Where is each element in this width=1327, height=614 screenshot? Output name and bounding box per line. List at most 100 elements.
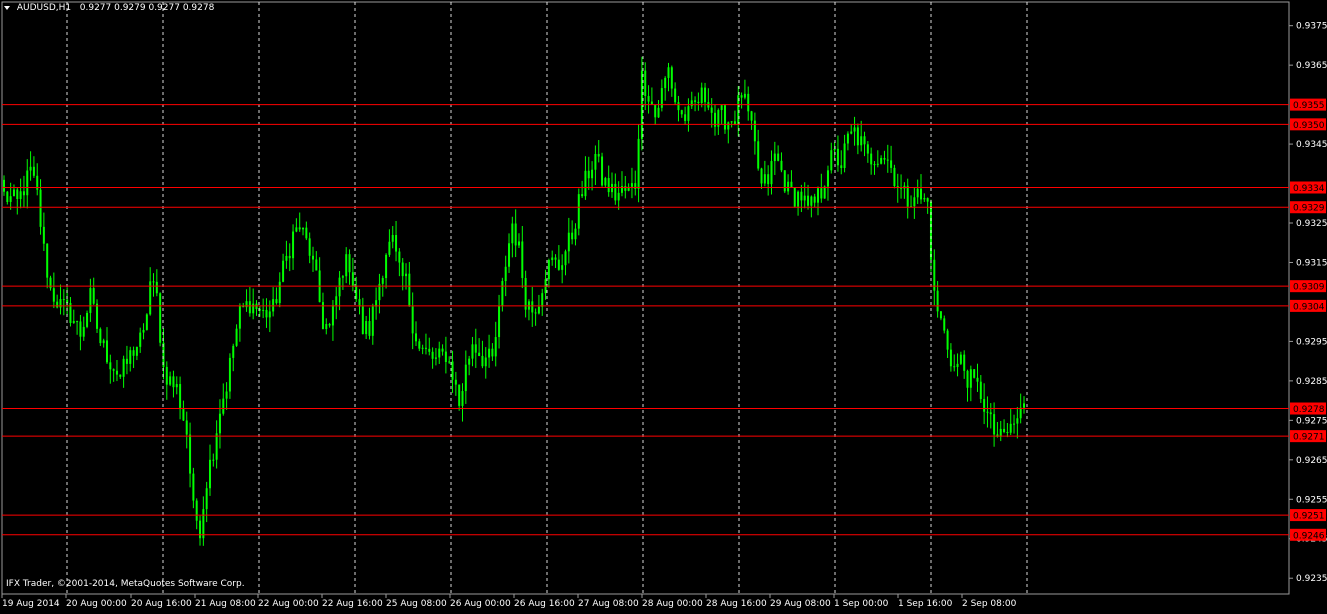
candle	[743, 79, 746, 100]
candle	[46, 243, 49, 289]
candle	[866, 141, 869, 163]
candle	[664, 76, 667, 101]
candle	[228, 353, 231, 399]
candle	[408, 261, 411, 307]
candle	[474, 328, 477, 368]
candle	[119, 374, 122, 379]
price-level[interactable]: 0.9309	[2, 280, 1326, 293]
candle	[983, 383, 986, 425]
price-level[interactable]: 0.9350	[2, 118, 1326, 131]
candle	[391, 226, 394, 249]
candle	[145, 313, 148, 331]
candle	[807, 184, 810, 210]
candle	[567, 217, 570, 264]
y-tick-label: 0.9275	[1296, 416, 1327, 426]
candle	[926, 197, 929, 214]
candle	[780, 152, 783, 173]
price-level[interactable]: 0.9304	[2, 299, 1326, 313]
candlestick-chart[interactable]: 19 Aug 2014 20 Aug 00:00 20 Aug 16:00 21 Au…	[0, 0, 1327, 610]
candle	[913, 187, 916, 219]
candle	[694, 96, 697, 112]
candle	[72, 309, 75, 324]
candle	[1016, 407, 1019, 439]
candle	[953, 354, 956, 372]
candle	[272, 287, 275, 317]
candle	[966, 369, 969, 402]
x-tick-label: 2 Sep 08:00	[962, 599, 1017, 609]
y-tick-label: 0.9315	[1296, 258, 1327, 268]
level-label: 0.9304	[1293, 302, 1325, 312]
candle	[574, 223, 577, 246]
candle	[587, 156, 590, 190]
price-level[interactable]: 0.9251	[2, 509, 1326, 522]
candle	[341, 275, 344, 290]
candle	[32, 156, 35, 178]
candle	[385, 253, 388, 289]
symbol-header: AUDUSD,H1 0.9277 0.9279 0.9277 0.9278	[4, 3, 214, 13]
y-tick-label: 0.9365	[1296, 61, 1327, 71]
candle	[963, 350, 966, 379]
candle	[783, 170, 786, 194]
candle	[717, 108, 720, 135]
candle	[49, 275, 52, 291]
candle	[670, 65, 673, 97]
candle	[411, 292, 414, 350]
price-level[interactable]: 0.9278	[2, 402, 1326, 416]
candle	[517, 233, 520, 249]
candle	[195, 498, 198, 530]
candle	[142, 323, 145, 340]
candle	[830, 142, 833, 174]
candle	[252, 288, 255, 320]
price-level[interactable]: 0.9355	[2, 98, 1326, 112]
candle	[508, 233, 511, 273]
candle	[99, 327, 102, 346]
level-label: 0.9355	[1293, 101, 1325, 111]
candle	[491, 343, 494, 361]
candle	[338, 271, 341, 311]
candle	[12, 184, 15, 197]
candle	[215, 420, 218, 469]
candle	[571, 220, 574, 245]
candle	[777, 145, 780, 162]
chart-window[interactable]: 19 Aug 2014 20 Aug 00:00 20 Aug 16:00 21 Au…	[0, 0, 1327, 610]
candle	[903, 182, 906, 199]
level-label: 0.9329	[1293, 204, 1325, 214]
candle	[208, 444, 211, 496]
candle	[378, 273, 381, 314]
candle	[521, 225, 524, 289]
candle	[96, 299, 99, 333]
candle	[564, 249, 567, 276]
candle	[747, 86, 750, 121]
candle	[787, 174, 790, 195]
candle	[873, 161, 876, 175]
y-tick-label: 0.9235	[1296, 574, 1327, 584]
candle	[19, 178, 22, 209]
candle	[660, 79, 663, 112]
candle	[511, 216, 514, 258]
candle	[185, 411, 188, 449]
candle	[826, 165, 829, 201]
candle	[973, 369, 976, 379]
collapse-arrow-icon[interactable]	[4, 5, 10, 10]
candle	[285, 240, 288, 269]
candle	[537, 294, 540, 315]
candle	[481, 340, 484, 369]
candle	[325, 318, 328, 335]
candle	[850, 124, 853, 135]
candle	[773, 141, 776, 176]
x-tick-label: 29 Aug 08:00	[770, 599, 831, 609]
x-tick-label: 22 Aug 16:00	[322, 599, 383, 609]
candle	[155, 269, 158, 297]
price-level[interactable]: 0.9271	[2, 430, 1326, 443]
price-level[interactable]: 0.9334	[2, 181, 1326, 194]
candle	[398, 248, 401, 277]
candle	[255, 300, 258, 316]
candle	[222, 383, 225, 416]
candle	[650, 87, 653, 105]
price-level[interactable]: 0.9329	[2, 201, 1326, 214]
candle	[461, 383, 464, 422]
candle	[179, 376, 182, 420]
candle	[601, 152, 604, 187]
candle	[607, 165, 610, 197]
candle	[949, 343, 952, 372]
